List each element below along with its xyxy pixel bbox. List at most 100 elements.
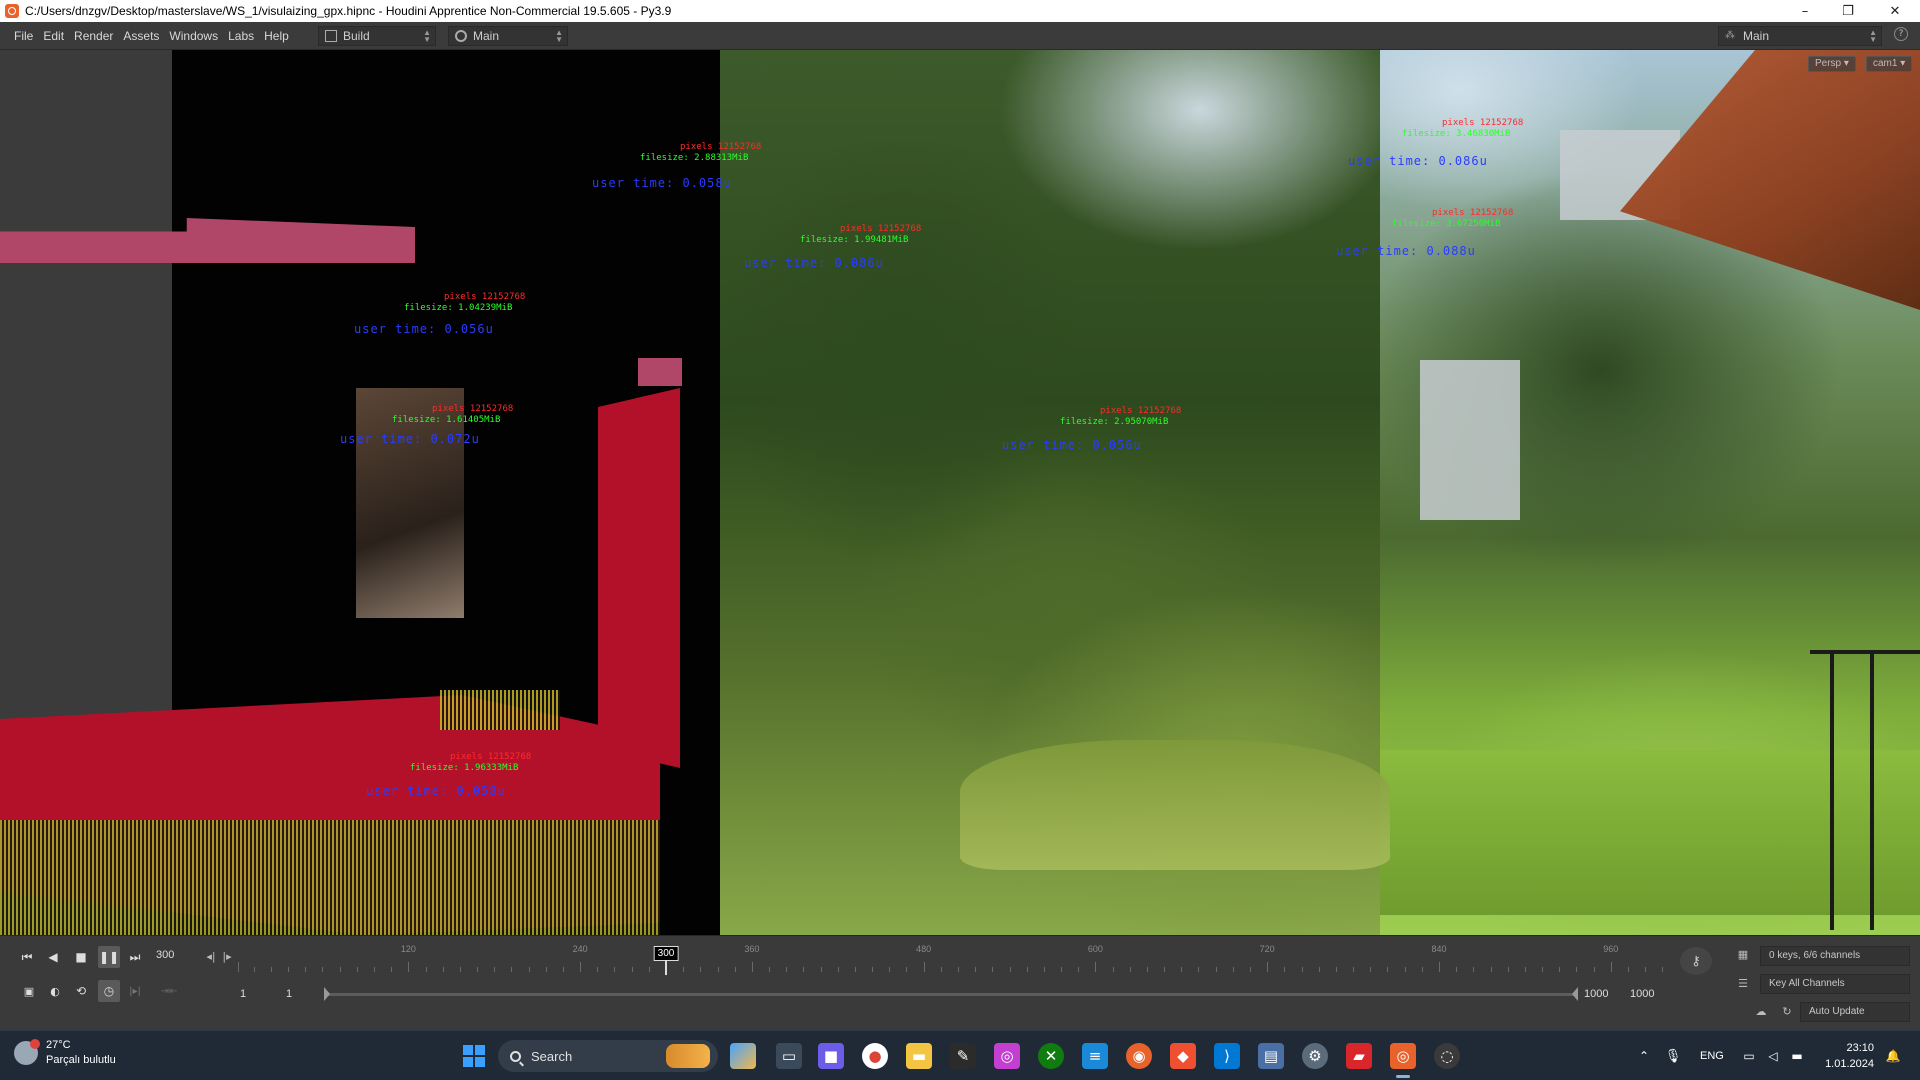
- taskbar-search[interactable]: Search: [498, 1040, 718, 1072]
- notepad-icon[interactable]: ≡: [1082, 1043, 1108, 1069]
- keys-channels-button[interactable]: 0 keys, 6/6 channels: [1760, 946, 1910, 966]
- ruler-tick: [975, 967, 977, 972]
- camera-menu-button[interactable]: cam1 ▾: [1866, 56, 1913, 72]
- ruler-tick: [1335, 967, 1337, 972]
- ruler-tick: [734, 967, 736, 972]
- menu-render[interactable]: Render: [69, 29, 118, 43]
- menu-file[interactable]: File: [9, 29, 38, 43]
- start-frame-field-2[interactable]: 1: [286, 984, 292, 1004]
- ruler-tick: [545, 967, 547, 972]
- microphone-icon[interactable]: 🎙: [1664, 1043, 1682, 1069]
- help-icon[interactable]: ?: [1894, 27, 1908, 41]
- dopesheet-icon[interactable]: ▦: [1734, 945, 1752, 963]
- jump-to-end-icon[interactable]: ⏭: [124, 946, 146, 968]
- ruler-tick: [1404, 967, 1406, 972]
- xbox-icon[interactable]: ✕: [1038, 1043, 1064, 1069]
- ruler-tick: [1421, 967, 1423, 972]
- current-frame-field[interactable]: 300: [152, 945, 198, 965]
- task-view-icon[interactable]: ▭: [776, 1043, 802, 1069]
- ruler-label: 600: [1087, 944, 1103, 954]
- houdini-launcher-icon[interactable]: ◉: [1126, 1043, 1152, 1069]
- vscode-icon[interactable]: ⟩: [1214, 1043, 1240, 1069]
- widgets-icon[interactable]: [730, 1043, 756, 1069]
- inkscape-icon[interactable]: ✎: [950, 1043, 976, 1069]
- end-frame-field-2[interactable]: 1000: [1630, 984, 1654, 1004]
- menu-windows[interactable]: Windows: [164, 29, 223, 43]
- clock-icon[interactable]: ◷: [98, 980, 120, 1002]
- pause-icon[interactable]: ❚❚: [98, 946, 120, 968]
- key-all-channels-button[interactable]: Key All Channels: [1760, 974, 1910, 994]
- next-key-icon[interactable]: |▸: [218, 947, 236, 965]
- menu-assets[interactable]: Assets: [118, 29, 164, 43]
- stop-icon[interactable]: ■: [70, 946, 92, 968]
- ruler-tick: [1473, 967, 1475, 972]
- main-desktop-select[interactable]: Main ▲ ▼: [448, 26, 568, 46]
- cloud-icon[interactable]: ☁: [1752, 1002, 1770, 1020]
- step-back-icon[interactable]: ◀: [42, 946, 64, 968]
- steam-icon[interactable]: ◌: [1434, 1043, 1460, 1069]
- ruler-tick: [1215, 967, 1217, 972]
- maximize-icon[interactable]: ❐: [1828, 0, 1868, 22]
- frame-step-icon[interactable]: |▸|: [124, 980, 146, 1002]
- volume-icon[interactable]: ◁: [1764, 1043, 1782, 1069]
- close-icon[interactable]: ✕: [1875, 0, 1915, 22]
- battery-icon[interactable]: ▬: [1788, 1043, 1806, 1069]
- houdini-taskbar-icon[interactable]: ◎: [1390, 1043, 1416, 1069]
- menu-edit[interactable]: Edit: [38, 29, 69, 43]
- ruler-tick: [1164, 967, 1166, 972]
- updown-arrows-icon: ▲ ▼: [423, 28, 431, 44]
- audio-icon[interactable]: ◐: [44, 980, 66, 1002]
- jump-to-start-icon[interactable]: ⏮: [16, 946, 38, 968]
- windows-start-icon[interactable]: [461, 1043, 487, 1069]
- weather-widget[interactable]: 27°C Parçalı bulutlu: [14, 1038, 116, 1068]
- ruler-tick: [1250, 967, 1252, 972]
- range-start-handle[interactable]: [324, 987, 330, 1001]
- auto-update-button[interactable]: Auto Update: [1800, 1002, 1910, 1022]
- ruler-tick: [614, 967, 616, 972]
- persp-menu-button[interactable]: Persp ▾: [1808, 56, 1856, 72]
- end-frame-field[interactable]: 1000: [1584, 984, 1608, 1004]
- timeline-ruler[interactable]: 120 240 360 480 600 720 840 960 300: [238, 944, 1668, 975]
- frame-range-slider[interactable]: [324, 987, 1578, 1001]
- language-indicator[interactable]: ENG: [1700, 1050, 1724, 1062]
- ruler-label: 240: [572, 944, 588, 954]
- yellow-stripes: [0, 820, 660, 935]
- instagram-icon[interactable]: ◎: [994, 1043, 1020, 1069]
- git-icon[interactable]: ◆: [1170, 1043, 1196, 1069]
- image-annotation: pixels 12152768 filesize: 2.95070MiB use…: [1002, 406, 1182, 452]
- start-frame-field[interactable]: 1: [240, 984, 246, 1004]
- range-icon[interactable]: ⇥⇤: [158, 980, 180, 1002]
- main-desktop-select-right[interactable]: ⁂ Main ▲ ▼: [1718, 26, 1882, 46]
- ruler-tick: [700, 967, 702, 972]
- playbar: ⏮ ◀ ■ ❚❚ ⏭ 300 ◂| |▸ 120 240 360 480 600 720 8…: [0, 935, 1920, 1030]
- ruler-tick: [528, 967, 530, 972]
- clock-time[interactable]: 23:10: [1824, 1042, 1874, 1054]
- loop-icon[interactable]: ⟲: [70, 980, 92, 1002]
- build-desktop-select[interactable]: Build ▲ ▼: [318, 26, 436, 46]
- realtime-icon[interactable]: ▣: [18, 980, 40, 1002]
- ruler-tick: [631, 967, 633, 972]
- ruler-tick: [1370, 967, 1372, 972]
- menu-labs[interactable]: Labs: [223, 29, 259, 43]
- notification-bell-icon[interactable]: 🔔: [1884, 1043, 1902, 1069]
- channel-list-icon[interactable]: ☰: [1734, 974, 1752, 992]
- key-icon[interactable]: ⚷: [1680, 947, 1712, 975]
- range-end-handle[interactable]: [1572, 987, 1578, 1001]
- pdf-reader-icon[interactable]: ▰: [1346, 1043, 1372, 1069]
- red-plane-vertical: [598, 388, 680, 768]
- lawn-shape: [1380, 750, 1920, 915]
- refresh-icon[interactable]: ↻: [1778, 1002, 1796, 1020]
- chevron-up-icon[interactable]: ⌃: [1635, 1043, 1653, 1069]
- clock-date[interactable]: 1.01.2024: [1816, 1058, 1874, 1070]
- minimize-icon[interactable]: –: [1785, 0, 1825, 22]
- teams-icon[interactable]: ■: [818, 1043, 844, 1069]
- scene-viewport[interactable]: pixels 12152768 filesize: 2.88313MiB use…: [0, 50, 1920, 935]
- file-explorer-icon[interactable]: ▬: [906, 1043, 932, 1069]
- current-frame-marker[interactable]: 300: [653, 946, 679, 961]
- network-icon[interactable]: ▭: [1740, 1043, 1758, 1069]
- menu-help[interactable]: Help: [259, 29, 294, 43]
- settings-icon[interactable]: ⚙: [1302, 1043, 1328, 1069]
- chrome-icon[interactable]: ●: [862, 1043, 888, 1069]
- ruler-tick: [1490, 967, 1492, 972]
- photos-icon[interactable]: ▤: [1258, 1043, 1284, 1069]
